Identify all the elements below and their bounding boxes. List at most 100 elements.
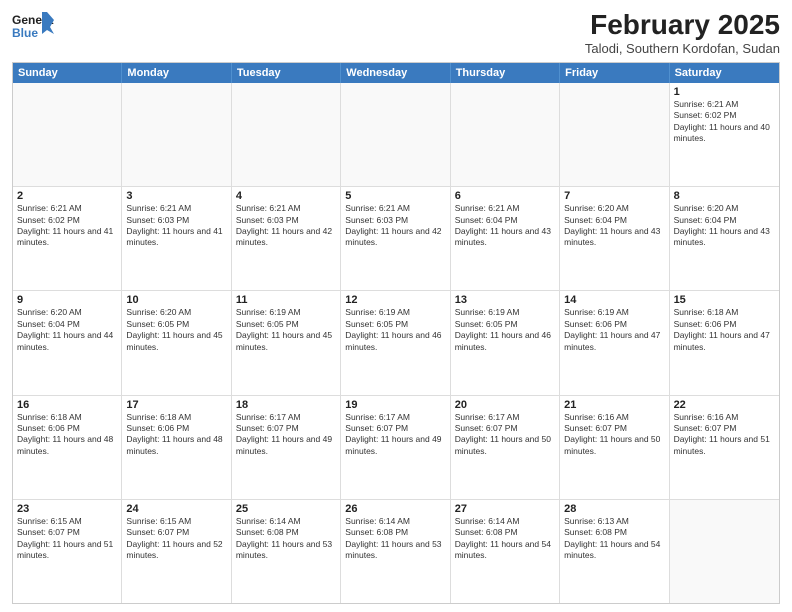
day-number: 19 — [345, 399, 445, 411]
day-cell-25: 25 Sunrise: 6:14 AMSunset: 6:08 PMDaylig… — [232, 500, 341, 603]
day-number: 18 — [236, 399, 336, 411]
main-title: February 2025 — [585, 10, 780, 41]
day-number: 26 — [345, 503, 445, 515]
day-number: 16 — [17, 399, 117, 411]
day-cell-14: 14 Sunrise: 6:19 AMSunset: 6:06 PMDaylig… — [560, 291, 669, 394]
day-number: 9 — [17, 294, 117, 306]
day-number: 27 — [455, 503, 555, 515]
day-number: 14 — [564, 294, 664, 306]
day-number: 17 — [126, 399, 226, 411]
cell-info: Sunrise: 6:15 AMSunset: 6:07 PMDaylight:… — [17, 516, 117, 562]
calendar-body: 1 Sunrise: 6:21 AMSunset: 6:02 PMDayligh… — [13, 83, 779, 603]
col-header-monday: Monday — [122, 63, 231, 83]
subtitle: Talodi, Southern Kordofan, Sudan — [585, 41, 780, 56]
calendar-week-5: 23 Sunrise: 6:15 AMSunset: 6:07 PMDaylig… — [13, 500, 779, 603]
day-number: 11 — [236, 294, 336, 306]
col-header-friday: Friday — [560, 63, 669, 83]
day-cell-3: 3 Sunrise: 6:21 AMSunset: 6:03 PMDayligh… — [122, 187, 231, 290]
day-number: 6 — [455, 190, 555, 202]
cell-info: Sunrise: 6:17 AMSunset: 6:07 PMDaylight:… — [455, 412, 555, 458]
day-cell-7: 7 Sunrise: 6:20 AMSunset: 6:04 PMDayligh… — [560, 187, 669, 290]
col-header-wednesday: Wednesday — [341, 63, 450, 83]
calendar-week-2: 2 Sunrise: 6:21 AMSunset: 6:02 PMDayligh… — [13, 187, 779, 291]
day-cell-10: 10 Sunrise: 6:20 AMSunset: 6:05 PMDaylig… — [122, 291, 231, 394]
day-number: 8 — [674, 190, 775, 202]
cell-info: Sunrise: 6:21 AMSunset: 6:03 PMDaylight:… — [236, 203, 336, 249]
col-header-tuesday: Tuesday — [232, 63, 341, 83]
day-number: 7 — [564, 190, 664, 202]
col-header-sunday: Sunday — [13, 63, 122, 83]
empty-cell — [341, 83, 450, 186]
day-number: 15 — [674, 294, 775, 306]
cell-info: Sunrise: 6:20 AMSunset: 6:04 PMDaylight:… — [564, 203, 664, 249]
cell-info: Sunrise: 6:18 AMSunset: 6:06 PMDaylight:… — [126, 412, 226, 458]
day-cell-16: 16 Sunrise: 6:18 AMSunset: 6:06 PMDaylig… — [13, 396, 122, 499]
day-number: 28 — [564, 503, 664, 515]
calendar: SundayMondayTuesdayWednesdayThursdayFrid… — [12, 62, 780, 604]
cell-info: Sunrise: 6:19 AMSunset: 6:05 PMDaylight:… — [236, 307, 336, 353]
cell-info: Sunrise: 6:17 AMSunset: 6:07 PMDaylight:… — [345, 412, 445, 458]
cell-info: Sunrise: 6:21 AMSunset: 6:03 PMDaylight:… — [345, 203, 445, 249]
cell-info: Sunrise: 6:20 AMSunset: 6:05 PMDaylight:… — [126, 307, 226, 353]
cell-info: Sunrise: 6:21 AMSunset: 6:02 PMDaylight:… — [17, 203, 117, 249]
day-cell-18: 18 Sunrise: 6:17 AMSunset: 6:07 PMDaylig… — [232, 396, 341, 499]
day-cell-15: 15 Sunrise: 6:18 AMSunset: 6:06 PMDaylig… — [670, 291, 779, 394]
day-cell-12: 12 Sunrise: 6:19 AMSunset: 6:05 PMDaylig… — [341, 291, 450, 394]
day-cell-6: 6 Sunrise: 6:21 AMSunset: 6:04 PMDayligh… — [451, 187, 560, 290]
cell-info: Sunrise: 6:14 AMSunset: 6:08 PMDaylight:… — [455, 516, 555, 562]
cell-info: Sunrise: 6:18 AMSunset: 6:06 PMDaylight:… — [17, 412, 117, 458]
cell-info: Sunrise: 6:14 AMSunset: 6:08 PMDaylight:… — [345, 516, 445, 562]
day-cell-24: 24 Sunrise: 6:15 AMSunset: 6:07 PMDaylig… — [122, 500, 231, 603]
empty-cell — [670, 500, 779, 603]
day-cell-19: 19 Sunrise: 6:17 AMSunset: 6:07 PMDaylig… — [341, 396, 450, 499]
day-cell-21: 21 Sunrise: 6:16 AMSunset: 6:07 PMDaylig… — [560, 396, 669, 499]
day-number: 21 — [564, 399, 664, 411]
day-number: 23 — [17, 503, 117, 515]
day-cell-28: 28 Sunrise: 6:13 AMSunset: 6:08 PMDaylig… — [560, 500, 669, 603]
svg-text:Blue: Blue — [12, 26, 38, 40]
day-cell-13: 13 Sunrise: 6:19 AMSunset: 6:05 PMDaylig… — [451, 291, 560, 394]
cell-info: Sunrise: 6:19 AMSunset: 6:06 PMDaylight:… — [564, 307, 664, 353]
logo: General Blue — [12, 10, 54, 46]
calendar-week-1: 1 Sunrise: 6:21 AMSunset: 6:02 PMDayligh… — [13, 83, 779, 187]
calendar-header: SundayMondayTuesdayWednesdayThursdayFrid… — [13, 63, 779, 83]
logo-svg: General Blue — [12, 10, 54, 46]
day-cell-17: 17 Sunrise: 6:18 AMSunset: 6:06 PMDaylig… — [122, 396, 231, 499]
day-cell-11: 11 Sunrise: 6:19 AMSunset: 6:05 PMDaylig… — [232, 291, 341, 394]
cell-info: Sunrise: 6:13 AMSunset: 6:08 PMDaylight:… — [564, 516, 664, 562]
day-number: 22 — [674, 399, 775, 411]
empty-cell — [560, 83, 669, 186]
day-number: 25 — [236, 503, 336, 515]
day-number: 24 — [126, 503, 226, 515]
day-cell-27: 27 Sunrise: 6:14 AMSunset: 6:08 PMDaylig… — [451, 500, 560, 603]
day-number: 2 — [17, 190, 117, 202]
cell-info: Sunrise: 6:15 AMSunset: 6:07 PMDaylight:… — [126, 516, 226, 562]
page-header: General Blue February 2025 Talodi, South… — [12, 10, 780, 56]
cell-info: Sunrise: 6:21 AMSunset: 6:02 PMDaylight:… — [674, 99, 775, 145]
cell-info: Sunrise: 6:17 AMSunset: 6:07 PMDaylight:… — [236, 412, 336, 458]
empty-cell — [451, 83, 560, 186]
day-cell-1: 1 Sunrise: 6:21 AMSunset: 6:02 PMDayligh… — [670, 83, 779, 186]
day-number: 4 — [236, 190, 336, 202]
cell-info: Sunrise: 6:20 AMSunset: 6:04 PMDaylight:… — [674, 203, 775, 249]
day-number: 12 — [345, 294, 445, 306]
day-number: 13 — [455, 294, 555, 306]
day-number: 1 — [674, 86, 775, 98]
cell-info: Sunrise: 6:14 AMSunset: 6:08 PMDaylight:… — [236, 516, 336, 562]
day-cell-20: 20 Sunrise: 6:17 AMSunset: 6:07 PMDaylig… — [451, 396, 560, 499]
day-number: 20 — [455, 399, 555, 411]
cell-info: Sunrise: 6:21 AMSunset: 6:03 PMDaylight:… — [126, 203, 226, 249]
day-cell-4: 4 Sunrise: 6:21 AMSunset: 6:03 PMDayligh… — [232, 187, 341, 290]
empty-cell — [232, 83, 341, 186]
day-cell-5: 5 Sunrise: 6:21 AMSunset: 6:03 PMDayligh… — [341, 187, 450, 290]
col-header-thursday: Thursday — [451, 63, 560, 83]
cell-info: Sunrise: 6:21 AMSunset: 6:04 PMDaylight:… — [455, 203, 555, 249]
day-number: 10 — [126, 294, 226, 306]
cell-info: Sunrise: 6:18 AMSunset: 6:06 PMDaylight:… — [674, 307, 775, 353]
calendar-week-3: 9 Sunrise: 6:20 AMSunset: 6:04 PMDayligh… — [13, 291, 779, 395]
day-number: 3 — [126, 190, 226, 202]
day-cell-26: 26 Sunrise: 6:14 AMSunset: 6:08 PMDaylig… — [341, 500, 450, 603]
day-cell-8: 8 Sunrise: 6:20 AMSunset: 6:04 PMDayligh… — [670, 187, 779, 290]
empty-cell — [13, 83, 122, 186]
cell-info: Sunrise: 6:20 AMSunset: 6:04 PMDaylight:… — [17, 307, 117, 353]
